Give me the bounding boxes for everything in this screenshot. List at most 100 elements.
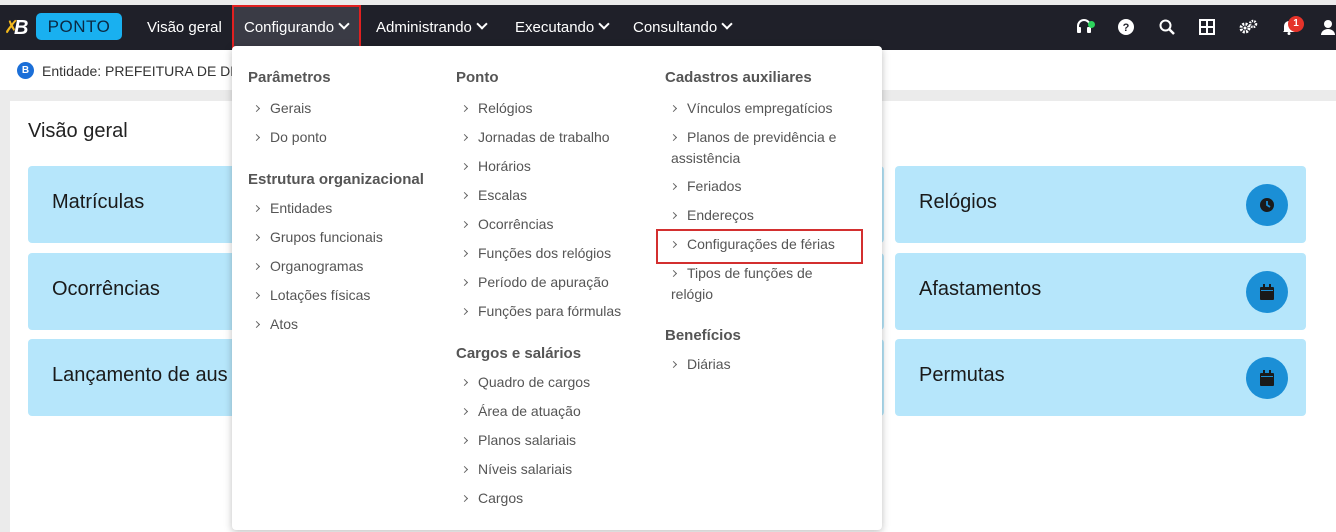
card-label: Matrículas: [52, 191, 145, 213]
menu-item-jornadas[interactable]: Jornadas de trabalho: [460, 127, 610, 148]
menu-item-label: Período de apuração: [478, 274, 609, 290]
menu-item-diarias[interactable]: Diárias: [669, 354, 731, 375]
logo-icon[interactable]: ✗ B: [4, 17, 32, 41]
nav-configurando-label: Configurando: [244, 19, 335, 36]
svg-text:?: ?: [1123, 22, 1130, 34]
card-label: Ocorrências: [52, 278, 160, 300]
search-icon[interactable]: [1157, 17, 1177, 37]
nav-consultando-label: Consultando: [633, 19, 718, 36]
menu-item-quadro-cargos[interactable]: Quadro de cargos: [460, 372, 591, 393]
chevron-right-icon: [252, 262, 261, 271]
nav-administrando[interactable]: Administrando: [376, 5, 488, 50]
chevron-right-icon: [669, 360, 678, 369]
menu-item-atos[interactable]: Atos: [252, 314, 299, 335]
chevron-right-icon: [669, 104, 678, 113]
menu-item-vinculos[interactable]: Vínculos empregatícios: [669, 98, 833, 119]
menu-item-label: Funções dos relógios: [478, 245, 612, 261]
nav-consultando[interactable]: Consultando: [633, 5, 733, 50]
card-afastamentos[interactable]: Afastamentos: [895, 253, 1306, 330]
menu-item-lotacoes-fisicas[interactable]: Lotações físicas: [252, 285, 370, 306]
menu-item-grupos-funcionais[interactable]: Grupos funcionais: [252, 227, 383, 248]
chevron-down-icon: [598, 18, 610, 30]
menu-item-enderecos[interactable]: Endereços: [669, 205, 754, 226]
menu-item-label: Gerais: [270, 100, 312, 116]
chevron-right-icon: [460, 249, 469, 258]
nav-configurando[interactable]: Configurando: [244, 5, 350, 50]
chevron-right-icon: [252, 291, 261, 300]
chevron-right-icon: [460, 133, 469, 142]
nav-executando[interactable]: Executando: [515, 5, 610, 50]
card-permutas[interactable]: Permutas: [895, 339, 1306, 416]
chevron-right-icon: [252, 320, 261, 329]
menu-item-escalas[interactable]: Escalas: [460, 185, 528, 206]
menu-item-label: Feriados: [687, 178, 742, 194]
chevron-down-icon: [476, 18, 488, 30]
apps-grid-icon[interactable]: [1197, 17, 1217, 37]
top-navigation-bar: ✗ B PONTO Visão geral Configurando Admini…: [0, 5, 1336, 50]
chevron-right-icon: [460, 494, 469, 503]
chevron-right-icon: [460, 465, 469, 474]
menu-item-tipos-funcoes-line2[interactable]: relógio: [671, 284, 713, 305]
entity-logo-icon: B: [17, 62, 34, 79]
menu-item-label: Atos: [270, 316, 299, 332]
chevron-right-icon: [460, 191, 469, 200]
menu-item-feriados[interactable]: Feriados: [669, 176, 742, 197]
menu-item-label: Do ponto: [270, 129, 327, 145]
menu-item-label: Jornadas de trabalho: [478, 129, 610, 145]
menu-item-label: Escalas: [478, 187, 528, 203]
menu-item-planos-salariais[interactable]: Planos salariais: [460, 430, 576, 451]
menu-item-label: Níveis salariais: [478, 461, 573, 477]
chevron-right-icon: [460, 307, 469, 316]
menu-item-do-ponto[interactable]: Do ponto: [252, 127, 327, 148]
menu-heading-cadastros: Cadastros auxiliares: [665, 69, 812, 86]
menu-item-horarios[interactable]: Horários: [460, 156, 531, 177]
menu-item-label: Ocorrências: [478, 216, 554, 232]
card-label: Permutas: [919, 364, 1005, 386]
menu-item-label: Tipos de funções de: [687, 265, 813, 281]
menu-item-funcoes-relogios[interactable]: Funções dos relógios: [460, 243, 612, 264]
entity-label[interactable]: Entidade: PREFEITURA DE DEI: [42, 63, 244, 79]
nav-administrando-label: Administrando: [376, 19, 472, 36]
chevron-right-icon: [669, 133, 678, 142]
menu-item-niveis-salariais[interactable]: Níveis salariais: [460, 459, 573, 480]
menu-item-gerais[interactable]: Gerais: [252, 98, 312, 119]
calendar-icon: [1246, 357, 1288, 399]
chevron-right-icon: [669, 211, 678, 220]
chevron-right-icon: [460, 104, 469, 113]
chevron-right-icon: [460, 162, 469, 171]
menu-item-funcoes-formulas[interactable]: Funções para fórmulas: [460, 301, 621, 322]
menu-item-label: Quadro de cargos: [478, 374, 591, 390]
chevron-right-icon: [460, 378, 469, 387]
menu-item-entidades[interactable]: Entidades: [252, 198, 332, 219]
card-relogios[interactable]: Relógios: [895, 166, 1306, 243]
menu-item-tipos-funcoes[interactable]: Tipos de funções de: [669, 263, 813, 284]
menu-item-organogramas[interactable]: Organogramas: [252, 256, 364, 277]
menu-item-periodo-apuracao[interactable]: Período de apuração: [460, 272, 609, 293]
menu-item-label: Relógios: [478, 100, 533, 116]
settings-gears-icon[interactable]: [1238, 17, 1258, 37]
user-icon[interactable]: [1318, 17, 1336, 37]
calendar-icon: [1246, 271, 1288, 313]
chevron-right-icon: [460, 407, 469, 416]
chevron-right-icon: [669, 269, 678, 278]
menu-item-label: Endereços: [687, 207, 754, 223]
menu-item-label: Vínculos empregatícios: [687, 100, 833, 116]
card-label: Relógios: [919, 191, 997, 213]
menu-item-planos-previdencia-line2[interactable]: assistência: [671, 148, 740, 169]
menu-heading-ponto: Ponto: [456, 69, 499, 86]
app-name-badge[interactable]: PONTO: [36, 13, 122, 40]
menu-item-label: Organogramas: [270, 258, 364, 274]
menu-item-planos-previdencia[interactable]: Planos de previdência e: [669, 127, 836, 148]
chevron-right-icon: [252, 204, 261, 213]
menu-item-area-atuacao[interactable]: Área de atuação: [460, 401, 581, 422]
menu-item-cargos[interactable]: Cargos: [460, 488, 523, 509]
help-icon[interactable]: ?: [1116, 17, 1136, 37]
nav-visao-geral[interactable]: Visão geral: [147, 5, 222, 50]
menu-item-relogios[interactable]: Relógios: [460, 98, 533, 119]
menu-item-ocorrencias[interactable]: Ocorrências: [460, 214, 554, 235]
menu-heading-parametros: Parâmetros: [248, 69, 331, 86]
card-label: Afastamentos: [919, 278, 1042, 300]
nav-executando-label: Executando: [515, 19, 595, 36]
card-label: Lançamento de aus: [52, 364, 228, 386]
chevron-right-icon: [252, 104, 261, 113]
